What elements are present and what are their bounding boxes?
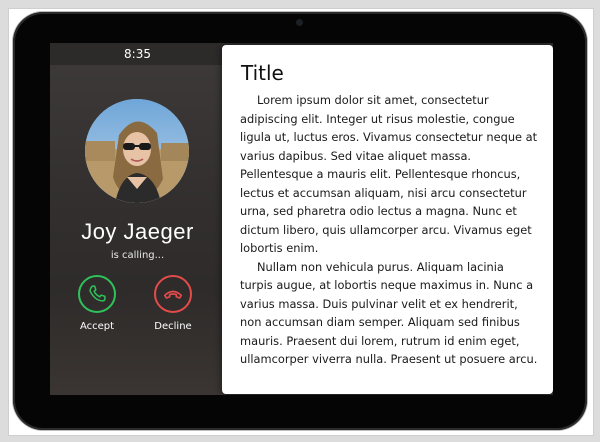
card-paragraph: Nullam non vehicula purus. Aliquam lacin… xyxy=(240,259,538,367)
decline-label: Decline xyxy=(154,321,192,332)
status-bar: 8:35 xyxy=(50,43,225,65)
caller-avatar xyxy=(85,99,189,203)
accept-call-button[interactable] xyxy=(78,275,116,313)
phone-hangup-icon xyxy=(163,290,183,299)
content-card: Title Lorem ipsum dolor sit amet, consec… xyxy=(222,45,553,394)
card-body: Lorem ipsum dolor sit amet, consectetur … xyxy=(240,91,538,369)
call-status-text: is calling... xyxy=(110,250,165,261)
phone-icon xyxy=(89,285,106,302)
camera-icon xyxy=(296,19,303,26)
accept-label: Accept xyxy=(79,321,115,332)
caller-photo xyxy=(85,99,189,203)
card-paragraph: Lorem ipsum dolor sit amet, consectetur … xyxy=(240,93,538,255)
decline-call-button[interactable] xyxy=(154,275,192,313)
tablet-screen: 8:35 Joy Jaeger is calling... Accept Dec… xyxy=(50,43,553,395)
incoming-call-panel: 8:35 Joy Jaeger is calling... Accept Dec… xyxy=(50,43,225,395)
card-title: Title xyxy=(241,61,284,85)
caller-name: Joy Jaeger xyxy=(81,219,194,244)
status-time: 8:35 xyxy=(124,47,151,61)
